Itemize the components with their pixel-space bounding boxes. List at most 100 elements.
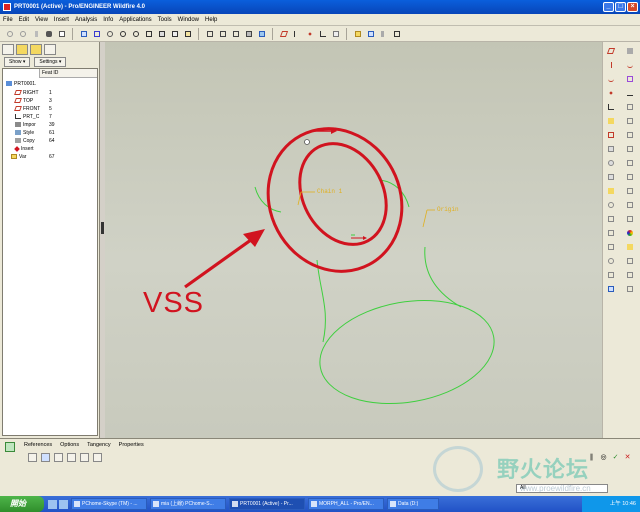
orient-mode-icon[interactable] <box>104 28 115 39</box>
task-proe[interactable]: PRT0001 (Active) - Pr... <box>229 498 305 510</box>
blend-tool-icon[interactable] <box>606 186 616 196</box>
minimize-button[interactable]: _ <box>603 2 614 12</box>
task-morph[interactable]: MORPH_ALL - Pro/EN... <box>308 498 384 510</box>
reorient-icon[interactable] <box>156 28 167 39</box>
intersect-tool-icon[interactable] <box>625 200 635 210</box>
task-data-drive[interactable]: Data (D:) <box>387 498 439 510</box>
task-skype[interactable]: PChome-Skype (TM) - ... <box>71 498 147 510</box>
cut-icon[interactable] <box>30 28 41 39</box>
settings-menu-button[interactable]: Settings ▾ <box>34 57 67 67</box>
tree-item-insert-here[interactable]: Insert <box>14 145 105 153</box>
datum-axes-icon[interactable] <box>291 28 302 39</box>
menu-tools[interactable]: Tools <box>158 17 172 23</box>
spin-center-icon[interactable] <box>91 28 102 39</box>
model-tree-tab-icon[interactable] <box>2 44 14 55</box>
select-curves-icon[interactable] <box>28 453 37 462</box>
connections-tab-icon[interactable] <box>44 44 56 55</box>
context-help-icon[interactable] <box>378 28 389 39</box>
analysis-feature-icon[interactable] <box>606 116 616 126</box>
surface-tool-icon[interactable] <box>625 74 635 84</box>
scene-tool-icon[interactable] <box>625 256 635 266</box>
shading-icon[interactable] <box>243 28 254 39</box>
shell-tool-icon[interactable] <box>606 214 616 224</box>
zoom-in-icon[interactable] <box>117 28 128 39</box>
sweep-tool-icon[interactable] <box>606 172 616 182</box>
sketch-tool-icon[interactable] <box>606 130 616 140</box>
close-window-icon[interactable] <box>391 28 402 39</box>
round-tool-icon[interactable] <box>606 256 616 266</box>
feat-id-column-header[interactable]: Feat ID <box>39 69 97 78</box>
tree-item-front[interactable]: FRONT 5 <box>14 105 105 113</box>
analysis-icon[interactable] <box>365 28 376 39</box>
annotations-icon[interactable] <box>330 28 341 39</box>
tree-item-var[interactable]: Var 67 <box>11 153 101 161</box>
menu-window[interactable]: Window <box>178 17 199 23</box>
desktop-icon[interactable] <box>48 499 57 509</box>
favorites-tab-icon[interactable] <box>30 44 42 55</box>
surface-icon[interactable] <box>41 453 50 462</box>
hole-tool-icon[interactable] <box>606 200 616 210</box>
cancel-icon[interactable]: ✕ <box>623 453 632 462</box>
mirror-tool-icon[interactable] <box>625 186 635 196</box>
datum-points-icon[interactable] <box>304 28 315 39</box>
repaint-icon[interactable] <box>78 28 89 39</box>
merge-tool-icon[interactable] <box>625 102 635 112</box>
graphics-window[interactable]: Chain 1 Origin VSS <box>105 42 602 438</box>
close-button[interactable]: × <box>627 2 638 12</box>
curve-tool-icon[interactable] <box>625 60 635 70</box>
trim-tool-icon[interactable] <box>625 116 635 126</box>
tab-tangency[interactable]: Tangency <box>87 442 111 448</box>
tab-options[interactable]: Options <box>60 442 79 448</box>
model-setup-icon[interactable] <box>352 28 363 39</box>
browser-icon[interactable] <box>59 499 68 509</box>
pattern-tool-icon[interactable] <box>606 284 616 294</box>
thicken-tool-icon[interactable] <box>625 158 635 168</box>
csys-tool-icon[interactable] <box>606 102 616 112</box>
render-tool-icon[interactable] <box>625 228 635 238</box>
datum-point-tool-icon[interactable] <box>606 88 616 98</box>
menu-file[interactable]: File <box>3 17 13 23</box>
task-chat[interactable]: mia (上線) PChome-S... <box>150 498 226 510</box>
draft-tool-icon[interactable] <box>606 242 616 252</box>
menu-insert[interactable]: Insert <box>54 17 69 23</box>
preview-icon[interactable]: ◎ <box>599 453 608 462</box>
tree-item-style[interactable]: Style 61 <box>15 129 105 137</box>
revolve-tool-icon[interactable] <box>606 158 616 168</box>
menu-edit[interactable]: Edit <box>19 17 29 23</box>
offset-tool-icon[interactable] <box>625 144 635 154</box>
start-button[interactable]: 開始 <box>0 496 44 512</box>
extrude-tool-icon[interactable] <box>606 144 616 154</box>
enhanced-realism-icon[interactable] <box>256 28 267 39</box>
chamfer-tool-icon[interactable] <box>606 270 616 280</box>
undo-icon[interactable] <box>4 28 15 39</box>
light-tool-icon[interactable] <box>625 270 635 280</box>
tree-item-top[interactable]: TOP 3 <box>14 97 105 105</box>
sketch-curve-tool-icon[interactable] <box>606 74 616 84</box>
menu-info[interactable]: Info <box>103 17 113 23</box>
room-tool-icon[interactable] <box>625 284 635 294</box>
edit-icon[interactable] <box>54 453 63 462</box>
layers-icon[interactable] <box>182 28 193 39</box>
no-hidden-icon[interactable] <box>230 28 241 39</box>
tree-item-right[interactable]: RIGHT 1 <box>14 89 105 97</box>
rib-tool-icon[interactable] <box>606 228 616 238</box>
wireframe-icon[interactable] <box>204 28 215 39</box>
menu-view[interactable]: View <box>35 17 48 23</box>
curvature-tool-icon[interactable] <box>625 88 635 98</box>
datum-plane-tool-icon[interactable] <box>606 46 616 56</box>
extend-tool-icon[interactable] <box>625 130 635 140</box>
accept-icon[interactable]: ✓ <box>611 453 620 462</box>
style-tool-icon[interactable] <box>625 46 635 56</box>
refit-icon[interactable] <box>143 28 154 39</box>
zoom-out-icon[interactable] <box>130 28 141 39</box>
datum-axis-tool-icon[interactable] <box>606 60 616 70</box>
menu-help[interactable]: Help <box>205 17 217 23</box>
selection-filter-icon[interactable] <box>56 28 67 39</box>
maximize-button[interactable]: □ <box>615 2 626 12</box>
redo-icon[interactable] <box>17 28 28 39</box>
show-menu-button[interactable]: Show ▾ <box>4 57 31 67</box>
tab-references[interactable]: References <box>24 442 52 448</box>
tab-properties[interactable]: Properties <box>119 442 144 448</box>
search-icon[interactable] <box>43 28 54 39</box>
collapse-arrow-icon[interactable] <box>101 222 104 234</box>
